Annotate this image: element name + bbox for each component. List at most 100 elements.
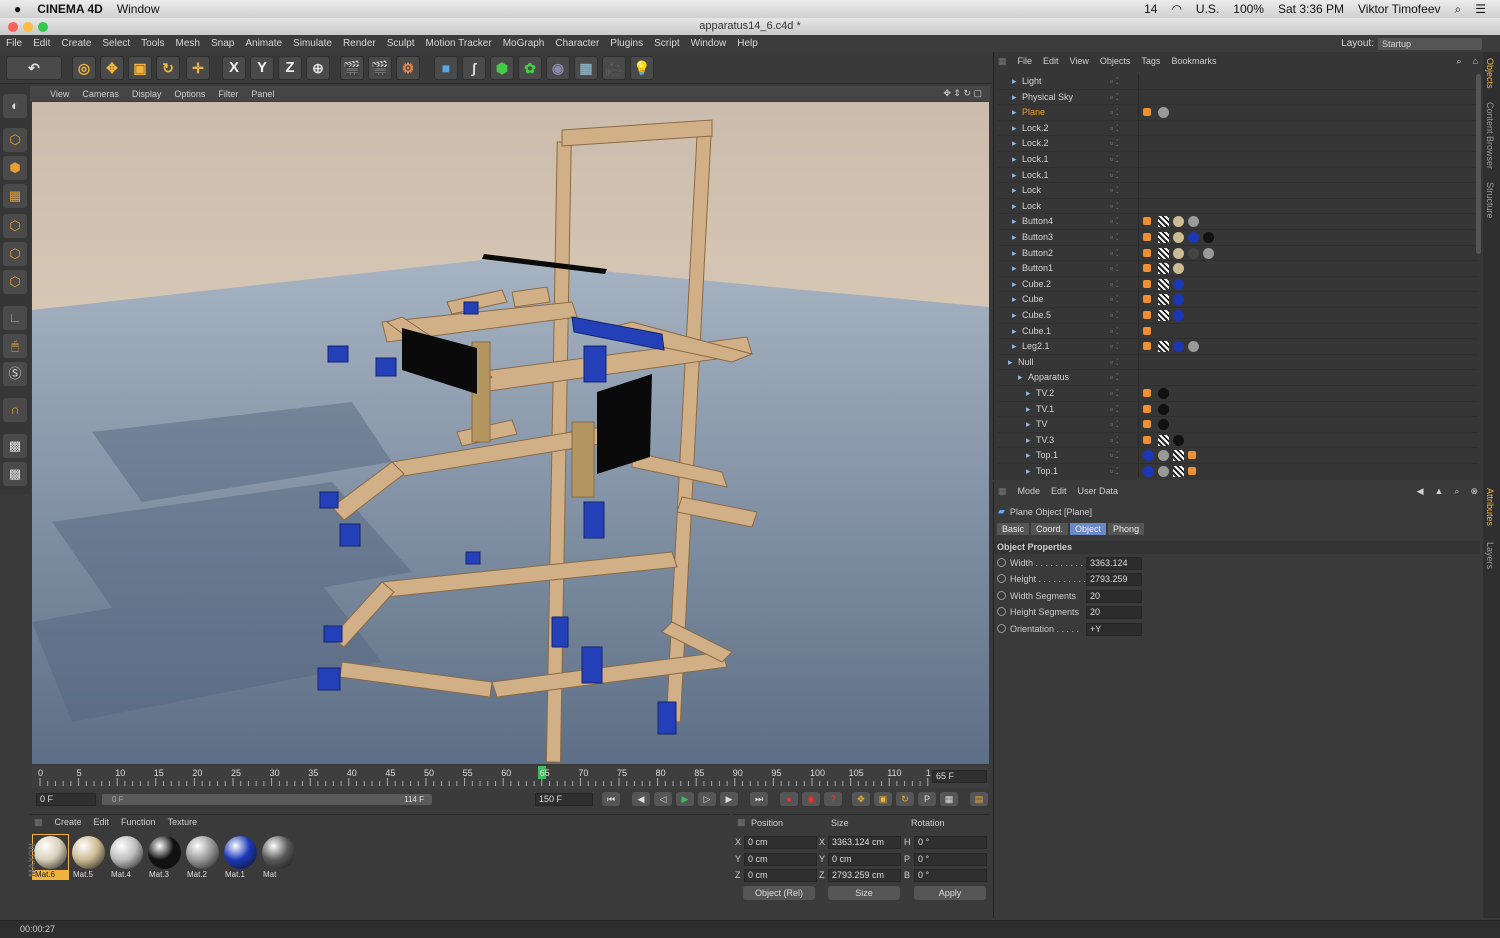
next-key-icon[interactable]: ▶ (720, 792, 738, 806)
visibility-toggle[interactable]: ▫ ⁚ (1110, 402, 1119, 417)
material-tag-icon[interactable] (1143, 342, 1151, 351)
workplane-grid-icon[interactable]: ▩ (3, 434, 27, 458)
material-tag-icon[interactable] (1158, 388, 1169, 399)
magnet-icon[interactable]: ∩ (3, 398, 27, 422)
object-row[interactable]: ▸ Plane ▫ ⁚ (998, 105, 1478, 121)
viewport-3d[interactable] (32, 102, 989, 764)
coordinate-system-icon[interactable]: ⊕ (306, 56, 330, 80)
rotate-icon[interactable]: ↻ (156, 56, 180, 80)
visibility-toggle[interactable]: ▫ ⁚ (1110, 464, 1119, 478)
side-tab-objects[interactable]: Objects (1485, 58, 1495, 89)
z-axis-icon[interactable]: Z (278, 56, 302, 80)
visibility-toggle[interactable]: ▫ ⁚ (1110, 230, 1119, 245)
material-tag-icon[interactable] (1143, 466, 1154, 477)
object-row[interactable]: ▸ Cube ▫ ⁚ (998, 292, 1478, 308)
visibility-toggle[interactable]: ▫ ⁚ (1110, 121, 1119, 136)
material-tag-icon[interactable] (1143, 420, 1151, 429)
object-name[interactable]: Lock.1 (1022, 168, 1049, 183)
material-tag-icon[interactable] (1143, 389, 1151, 397)
material-tag-icon[interactable] (1158, 107, 1169, 119)
rotation-field[interactable]: 0 ° (914, 852, 987, 866)
side-tab-attributes[interactable]: Attributes (1485, 488, 1495, 526)
object-row[interactable]: ▸ Lock.1 ▫ ⁚ (998, 167, 1478, 184)
material-tag-icon[interactable] (1158, 434, 1169, 446)
position-field[interactable]: 0 cm (744, 852, 817, 866)
material-tag-icon[interactable] (1188, 467, 1196, 475)
y-axis-icon[interactable]: Y (250, 56, 274, 80)
material-tag-icon[interactable] (1143, 450, 1154, 462)
key-rotation-icon[interactable]: ↻ (896, 792, 914, 806)
material-tag-icon[interactable] (1158, 263, 1169, 275)
layout-select[interactable]: Startup (1378, 37, 1482, 50)
visibility-toggle[interactable]: ▫ ⁚ (1110, 417, 1119, 432)
material-tag-icon[interactable] (1173, 232, 1184, 243)
rotation-field[interactable]: 0 ° (914, 836, 987, 849)
timeline-ruler[interactable]: 0 5 10 15 20 25 30 35 40 45 50 55 60 65 70 75 80 85 90 95 10… (32, 766, 989, 788)
side-tab-layers[interactable]: Layers (1485, 542, 1495, 569)
attr-tab-basic[interactable]: Basic (997, 523, 1030, 535)
keyframe-selection-icon[interactable]: ? (824, 792, 842, 806)
points-mode-icon[interactable]: ⬡ (3, 214, 27, 238)
objects-menu-tags[interactable]: Tags (1141, 56, 1160, 67)
material-swatch[interactable]: Mat.3 (147, 835, 182, 879)
visibility-toggle[interactable]: ▫ ⁚ (1110, 261, 1119, 276)
current-frame-field[interactable]: 65 F (932, 770, 987, 783)
object-name[interactable]: Top.1 (1036, 448, 1058, 463)
attr-property-value[interactable]: +Y (1086, 622, 1142, 636)
array-icon[interactable]: ✿ (518, 56, 542, 80)
key-pla-icon[interactable]: ▦ (940, 792, 958, 806)
viewport-menu-panel[interactable]: Panel (251, 89, 274, 99)
menu-animate[interactable]: Animate (245, 38, 282, 49)
close-icon[interactable] (8, 22, 18, 32)
object-name[interactable]: Button3 (1022, 230, 1053, 245)
visibility-toggle[interactable]: ▫ ⁚ (1110, 183, 1119, 198)
coord-size-mode-select[interactable]: Size (828, 886, 900, 900)
object-name[interactable]: Button2 (1022, 246, 1053, 261)
attr-menu-userdata[interactable]: User Data (1078, 486, 1119, 497)
scene-icon[interactable]: ▦ (574, 56, 598, 80)
snap-icon[interactable]: Ⓢ (3, 362, 27, 386)
status-14[interactable]: 14 (1144, 2, 1157, 16)
material-tag-icon[interactable] (1158, 216, 1169, 228)
minimize-icon[interactable] (23, 22, 33, 32)
objects-menu-view[interactable]: View (1070, 56, 1089, 67)
visibility-toggle[interactable]: ▫ ⁚ (1110, 292, 1119, 307)
attr-property-value[interactable]: 20 (1086, 589, 1142, 603)
object-name[interactable]: Leg2.1 (1022, 339, 1050, 354)
menu-render[interactable]: Render (343, 38, 376, 49)
objects-menu-edit[interactable]: Edit (1043, 56, 1059, 67)
menu-tools[interactable]: Tools (141, 38, 164, 49)
autokey-icon[interactable]: ◉ (802, 792, 820, 806)
material-tag-icon[interactable] (1158, 419, 1169, 431)
object-name[interactable]: Plane (1022, 105, 1045, 120)
material-tag-icon[interactable] (1158, 341, 1169, 353)
object-name[interactable]: Apparatus (1028, 370, 1069, 385)
user-name[interactable]: Viktor Timofeev (1358, 2, 1440, 16)
material-tag-icon[interactable] (1143, 233, 1151, 241)
material-menu-edit[interactable]: Edit (94, 817, 110, 828)
preview-range-slider[interactable]: 0 F 114 F (102, 794, 432, 805)
visibility-toggle[interactable]: ▫ ⁚ (1110, 90, 1119, 105)
zoom-icon[interactable] (38, 22, 48, 32)
viewport-menu-view[interactable]: View (50, 89, 69, 99)
move-icon[interactable]: ✥ (100, 56, 124, 80)
material-tag-icon[interactable] (1203, 247, 1214, 259)
visibility-toggle[interactable]: ▫ ⁚ (1110, 168, 1119, 183)
object-row[interactable]: ▸ TV.2 ▫ ⁚ (998, 386, 1478, 402)
material-tag-icon[interactable] (1173, 294, 1184, 306)
material-swatch[interactable]: Mat.2 (185, 835, 220, 879)
menu-character[interactable]: Character (555, 38, 599, 49)
material-tag-icon[interactable] (1173, 434, 1184, 446)
animate-toggle-icon[interactable] (997, 590, 1006, 600)
animate-toggle-icon[interactable] (997, 574, 1006, 584)
objects-scrollbar[interactable] (1476, 74, 1481, 254)
material-menu-create[interactable]: Create (55, 817, 82, 828)
object-name[interactable]: Null (1018, 355, 1034, 370)
material-swatch[interactable]: Mat.1 (223, 835, 258, 879)
material-tag-icon[interactable] (1143, 248, 1151, 257)
material-tag-icon[interactable] (1158, 403, 1169, 415)
material-menu-texture[interactable]: Texture (168, 817, 198, 828)
menu-edit[interactable]: Edit (33, 38, 50, 49)
object-row[interactable]: ▸ Cube.2 ▫ ⁚ (998, 276, 1478, 293)
material-tag-icon[interactable] (1188, 341, 1199, 353)
